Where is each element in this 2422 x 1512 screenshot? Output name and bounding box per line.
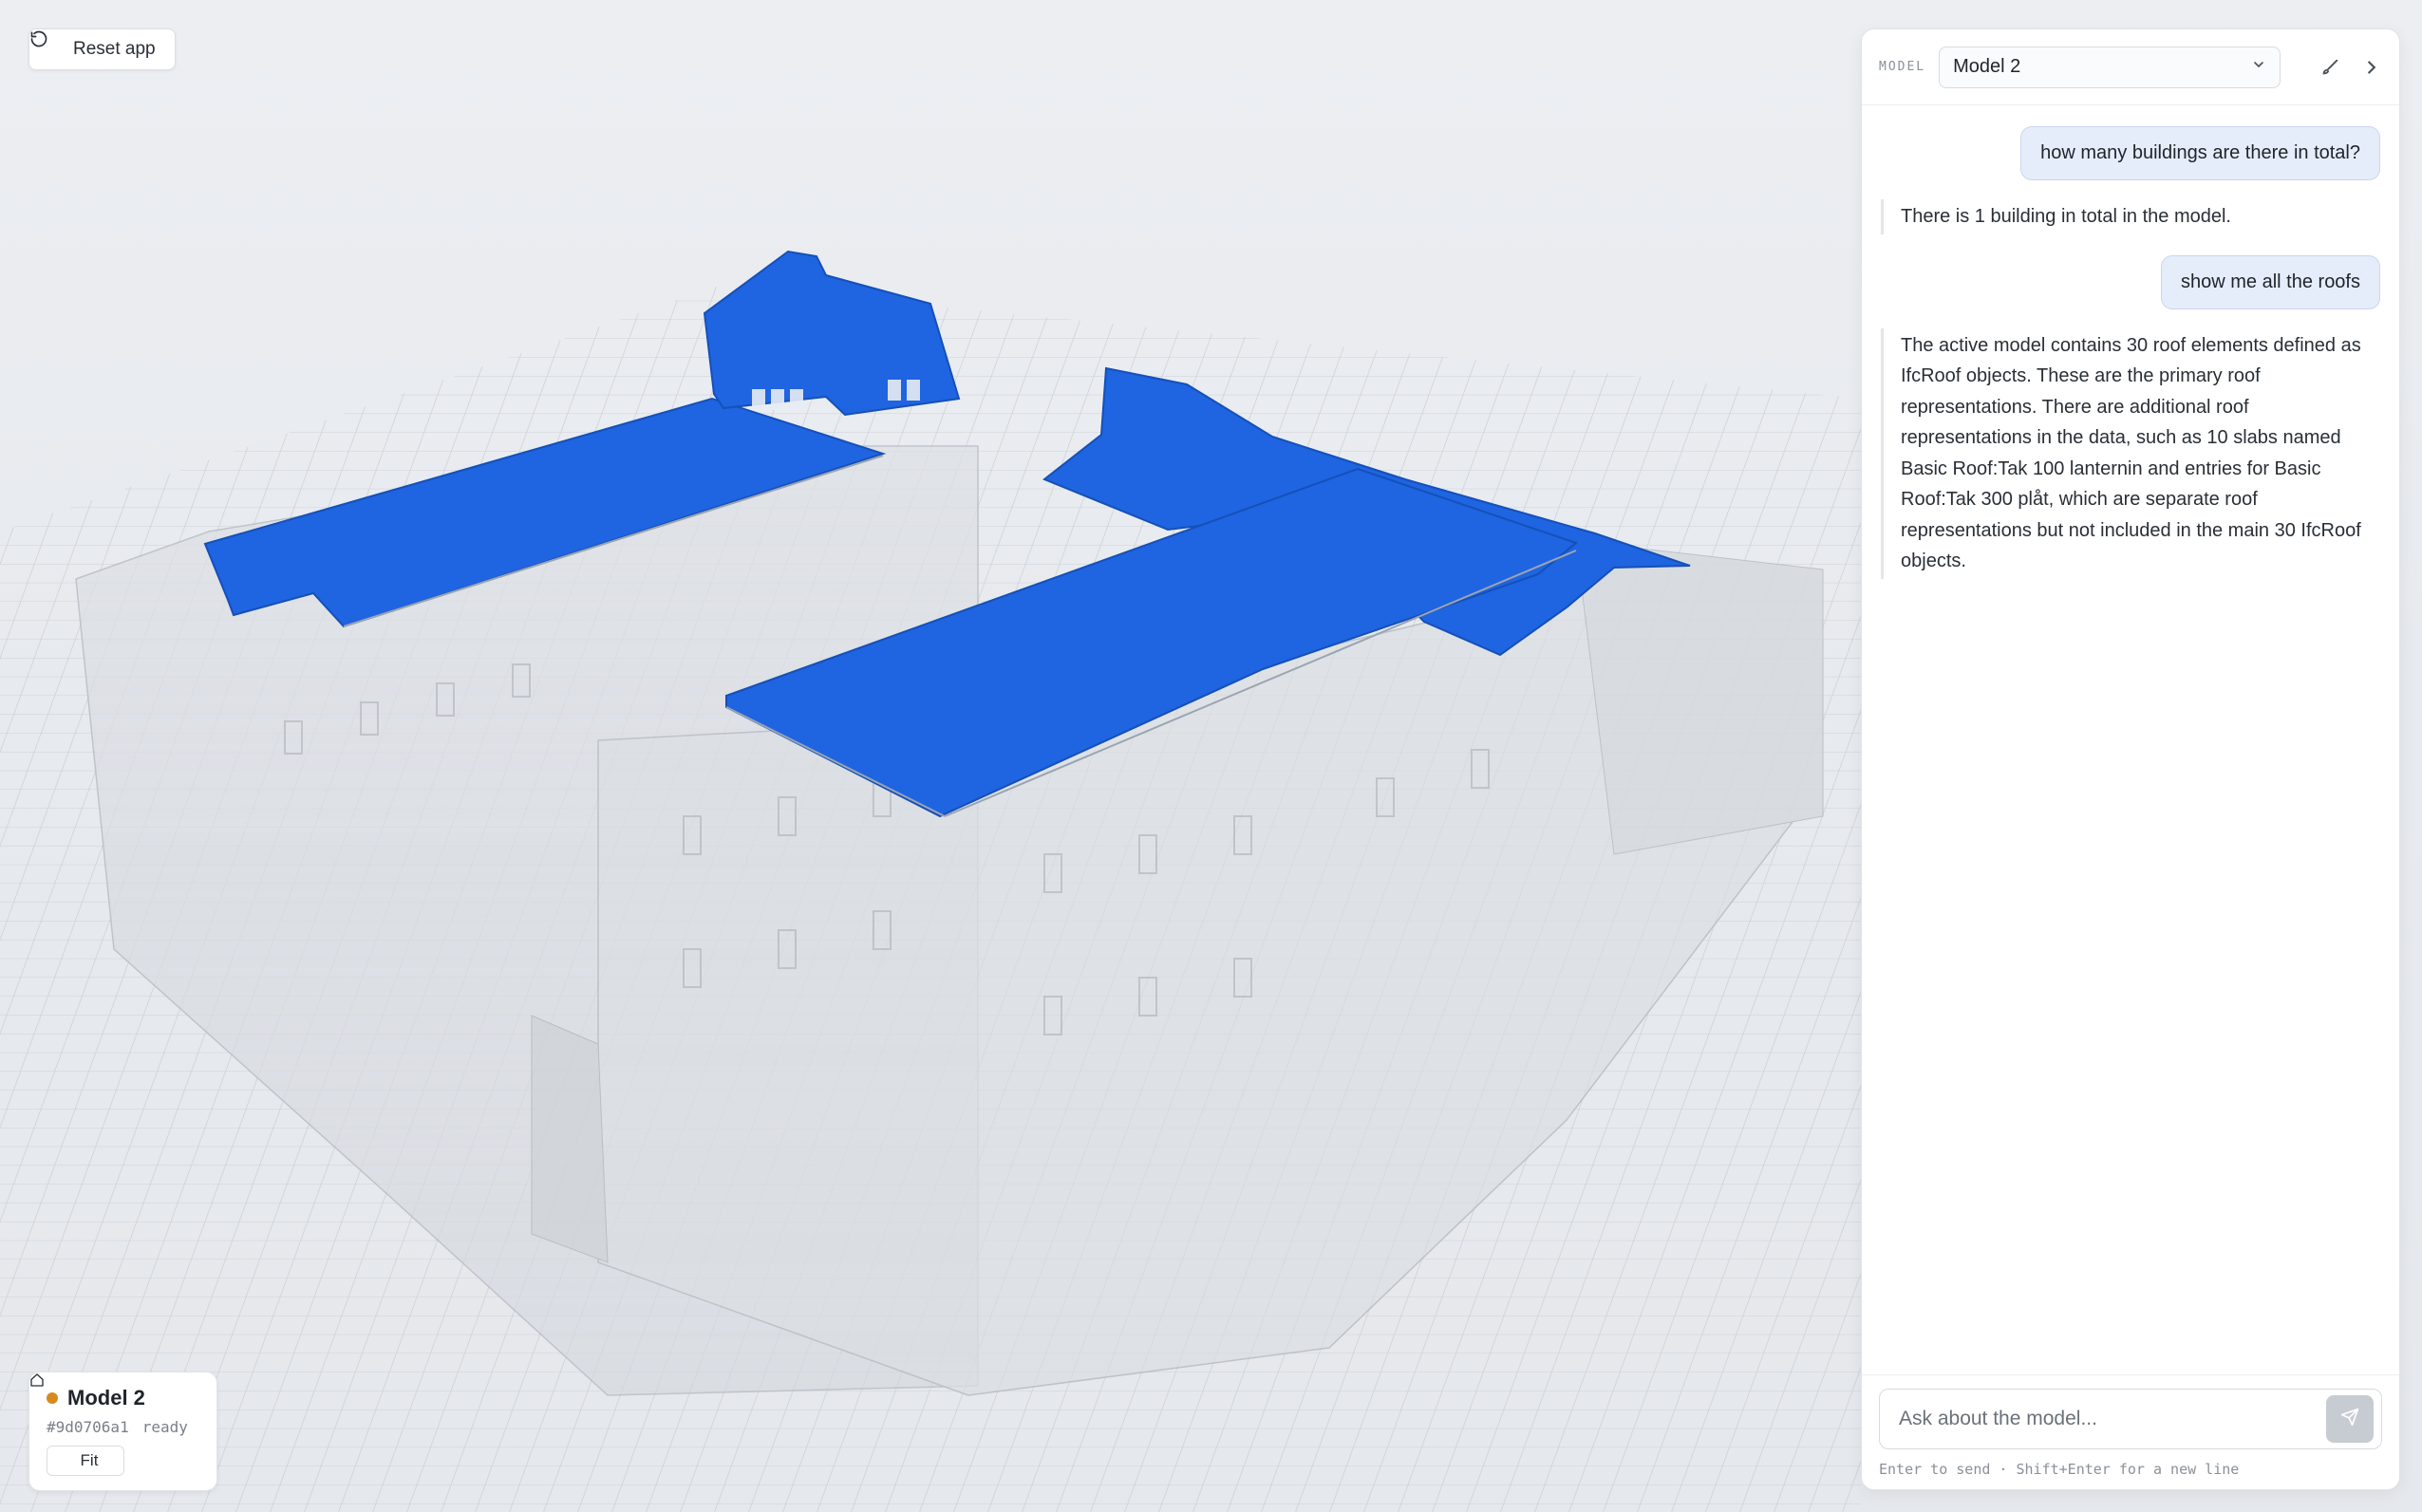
rotate-ccw-icon xyxy=(30,30,64,59)
send-icon xyxy=(2340,1408,2359,1431)
brush-icon[interactable] xyxy=(2319,57,2340,78)
chat-panel: MODEL Model 2 how many buildings are the… xyxy=(1861,28,2400,1490)
roof-north-block xyxy=(703,250,961,417)
user-message: show me all the roofs xyxy=(1881,254,2380,309)
composer-hint: Enter to send · Shift+Enter for a new li… xyxy=(1879,1461,2240,1478)
fit-label: Fit xyxy=(80,1451,99,1469)
selected-model: Model 2 xyxy=(1953,56,2021,77)
user-message: how many buildings are there in total? xyxy=(1881,126,2380,180)
model-id: #9d0706a1 xyxy=(47,1418,129,1436)
composer: Enter to send · Shift+Enter for a new li… xyxy=(1862,1374,2399,1489)
chevron-right-icon[interactable] xyxy=(2361,57,2382,78)
chat-input-box xyxy=(1879,1389,2382,1449)
user-message-bubble: show me all the roofs xyxy=(2161,254,2380,309)
chat-input[interactable] xyxy=(1897,1407,2326,1431)
assistant-message: There is 1 building in total in the mode… xyxy=(1881,199,2380,234)
fit-button[interactable]: Fit xyxy=(30,1373,124,1476)
model-label: MODEL xyxy=(1879,60,1926,74)
model-status: ready xyxy=(141,1418,188,1436)
model-select[interactable]: Model 2 xyxy=(1939,46,2281,88)
reset-app-label: Reset app xyxy=(73,39,156,59)
model-status-card: Model 2 #9d0706a1 ready Fit xyxy=(28,1372,217,1491)
model-name: Model 2 xyxy=(67,1386,145,1409)
chat-header: MODEL Model 2 xyxy=(1862,29,2399,105)
user-message-bubble: how many buildings are there in total? xyxy=(2020,126,2380,180)
status-dot xyxy=(47,1392,58,1404)
reset-app-button[interactable]: Reset app xyxy=(28,28,176,70)
assistant-message: The active model contains 30 roof elemen… xyxy=(1881,327,2380,579)
message-list: how many buildings are there in total? T… xyxy=(1862,105,2399,1374)
send-button[interactable] xyxy=(2326,1395,2374,1443)
chevron-down-icon xyxy=(2251,56,2266,78)
